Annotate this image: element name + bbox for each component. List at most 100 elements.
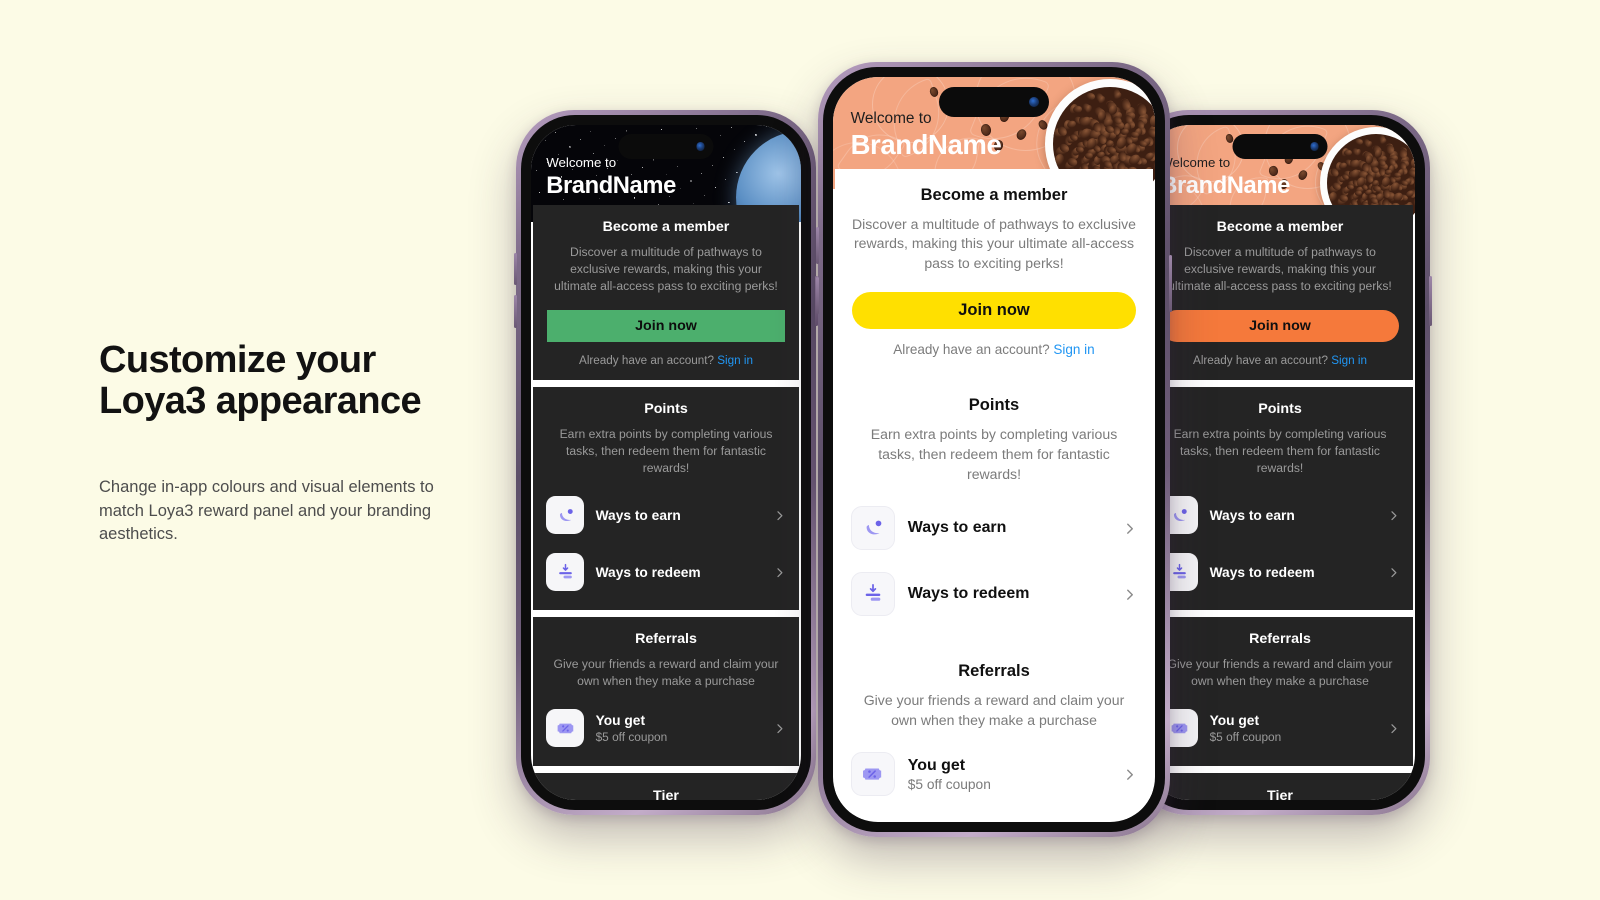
referrals-description: Give your friends a reward and claim you… bbox=[553, 657, 779, 689]
tier-panel: Tier bbox=[1146, 773, 1414, 800]
phone-bezel: Welcome to BrandName Become a member Dis… bbox=[521, 115, 811, 810]
points-title: Points bbox=[968, 396, 1020, 415]
power-button[interactable] bbox=[1429, 276, 1432, 326]
row-label: Ways to redeem bbox=[595, 564, 701, 580]
points-row[interactable]: Ways to redeem bbox=[533, 544, 799, 601]
panels-scroll-area[interactable]: Become a member Discover a multitude of … bbox=[1145, 204, 1415, 800]
referrals-row[interactable]: You get $5 off coupon bbox=[533, 700, 799, 757]
camera-lens-icon bbox=[696, 142, 705, 151]
row-icon-tile bbox=[546, 553, 585, 592]
row-sublabel: $5 off coupon bbox=[595, 729, 668, 744]
signin-line: Already have an account? Sign in bbox=[1161, 354, 1399, 367]
chevron-right-icon[interactable] bbox=[1122, 587, 1137, 602]
join-now-button[interactable]: Join now bbox=[547, 310, 785, 343]
dynamic-island bbox=[939, 86, 1049, 117]
row-sublabel: $5 off coupon bbox=[907, 776, 991, 792]
phone-mockup-left: Welcome to BrandName Become a member Dis… bbox=[514, 110, 818, 815]
points-row[interactable]: Ways to earn bbox=[1147, 487, 1413, 544]
points-title: Points bbox=[1258, 401, 1302, 418]
camera-lens-icon bbox=[1029, 96, 1040, 107]
points-panel: Points Earn extra points by completing v… bbox=[532, 387, 800, 611]
phone-frame: Welcome to BrandName Become a member Dis… bbox=[1130, 110, 1430, 815]
chevron-right-icon[interactable] bbox=[1122, 767, 1137, 782]
ways-to-earn-icon bbox=[1173, 508, 1187, 521]
points-row[interactable]: Ways to earn bbox=[533, 487, 799, 544]
row-label: You get bbox=[907, 756, 966, 774]
row-icon-tile bbox=[546, 709, 585, 748]
tier-title: Tier bbox=[1267, 788, 1293, 800]
power-button[interactable] bbox=[1169, 254, 1172, 312]
hero-title-group: Welcome to BrandName bbox=[851, 110, 1002, 160]
panels-scroll-area[interactable]: Become a member Discover a multitude of … bbox=[531, 204, 801, 800]
become-a-member-panel: Become a member Discover a multitude of … bbox=[835, 169, 1153, 373]
points-row[interactable]: Ways to redeem bbox=[835, 561, 1153, 627]
ways-to-earn-icon bbox=[866, 520, 881, 535]
phone-frame: Welcome to BrandName Become a member Dis… bbox=[818, 62, 1170, 837]
referrals-row[interactable]: You get $5 off coupon bbox=[835, 741, 1153, 807]
row-icon-tile bbox=[850, 752, 895, 797]
signin-link[interactable]: Sign in bbox=[1053, 342, 1094, 357]
panels-scroll-area[interactable]: Become a member Discover a multitude of … bbox=[833, 169, 1155, 822]
ways-to-redeem-icon bbox=[558, 563, 572, 579]
referrals-title: Referrals bbox=[635, 631, 697, 648]
volume-up-button[interactable] bbox=[514, 252, 517, 285]
marketing-copy: Customize your Loya3 appearance Change i… bbox=[99, 340, 519, 547]
coupon-percent-icon bbox=[557, 723, 574, 733]
phone-screen[interactable]: Welcome to BrandName Become a member Dis… bbox=[531, 125, 801, 800]
member-description: Discover a multitude of pathways to excl… bbox=[1168, 244, 1392, 293]
screenshot-stage: Customize your Loya3 appearance Change i… bbox=[0, 0, 1600, 900]
volume-down-button[interactable] bbox=[514, 295, 517, 328]
points-row[interactable]: Ways to redeem bbox=[1147, 544, 1413, 601]
member-title: Become a member bbox=[1216, 219, 1344, 236]
chevron-right-icon[interactable] bbox=[773, 722, 786, 735]
row-label: You get bbox=[1209, 712, 1260, 728]
points-description: Earn extra points by completing various … bbox=[559, 426, 773, 476]
signin-link[interactable]: Sign in bbox=[1331, 354, 1367, 367]
member-description: Discover a multitude of pathways to excl… bbox=[851, 215, 1137, 272]
volume-up-button[interactable] bbox=[816, 227, 819, 265]
referrals-row[interactable]: You get $5 off coupon bbox=[1147, 700, 1413, 757]
points-panel: Points Earn extra points by completing v… bbox=[835, 379, 1153, 639]
member-title: Become a member bbox=[920, 185, 1068, 204]
page-title-line-1: Customize your bbox=[99, 339, 376, 381]
brand-name: BrandName bbox=[850, 129, 1002, 161]
signin-prefix: Already have an account? bbox=[579, 353, 714, 367]
ways-to-redeem-icon bbox=[1172, 563, 1186, 579]
signin-line: Already have an account? Sign in bbox=[547, 354, 785, 367]
coupon-percent-icon bbox=[863, 768, 882, 780]
phone-mockup-center: Welcome to BrandName Become a member Dis… bbox=[816, 62, 1172, 837]
dynamic-island bbox=[618, 133, 714, 160]
chevron-right-icon[interactable] bbox=[1387, 566, 1400, 579]
referrals-description: Give your friends a reward and claim you… bbox=[863, 691, 1125, 728]
chevron-right-icon[interactable] bbox=[1122, 521, 1137, 536]
row-label: You get bbox=[595, 712, 646, 728]
row-label: Ways to earn bbox=[595, 507, 681, 523]
page-title-line-2: Loya3 appearance bbox=[99, 380, 422, 422]
row-icon-tile bbox=[850, 572, 895, 617]
brand-name: BrandName bbox=[546, 172, 676, 200]
phone-bezel: Welcome to BrandName Become a member Dis… bbox=[1135, 115, 1425, 810]
points-row[interactable]: Ways to earn bbox=[835, 495, 1153, 561]
row-icon-tile bbox=[850, 506, 895, 551]
ways-to-redeem-icon bbox=[865, 584, 880, 602]
chevron-right-icon[interactable] bbox=[773, 509, 786, 522]
chevron-right-icon[interactable] bbox=[1387, 722, 1400, 735]
referrals-panel: Referrals Give your friends a reward and… bbox=[1146, 617, 1414, 767]
points-description: Earn extra points by completing various … bbox=[870, 425, 1118, 482]
referrals-panel: Referrals Give your friends a reward and… bbox=[835, 645, 1153, 819]
page-subtitle: Change in-app colours and visual element… bbox=[99, 478, 434, 543]
phone-bezel: Welcome to BrandName Become a member Dis… bbox=[823, 67, 1165, 832]
camera-lens-icon bbox=[1310, 142, 1319, 151]
row-icon-tile bbox=[546, 496, 585, 535]
join-now-button[interactable]: Join now bbox=[1161, 310, 1399, 343]
phone-screen[interactable]: Welcome to BrandName Become a member Dis… bbox=[1145, 125, 1415, 800]
volume-down-button[interactable] bbox=[816, 276, 819, 314]
join-now-button[interactable]: Join now bbox=[851, 291, 1137, 329]
signin-link[interactable]: Sign in bbox=[717, 354, 753, 367]
chevron-right-icon[interactable] bbox=[773, 566, 786, 579]
phone-screen[interactable]: Welcome to BrandName Become a member Dis… bbox=[833, 77, 1155, 822]
chevron-right-icon[interactable] bbox=[1387, 509, 1400, 522]
points-title: Points bbox=[644, 401, 688, 418]
page-title: Customize your Loya3 appearance bbox=[99, 340, 519, 422]
points-description: Earn extra points by completing various … bbox=[1173, 426, 1387, 476]
